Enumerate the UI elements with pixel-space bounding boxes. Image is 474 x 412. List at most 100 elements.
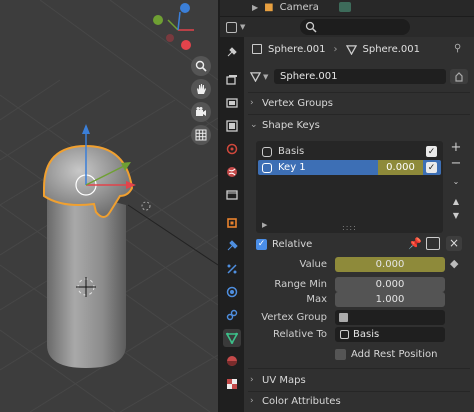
mesh-name-field[interactable]: Sphere.001 bbox=[274, 69, 446, 84]
value-slider[interactable]: 0.000 bbox=[335, 257, 445, 272]
max-field[interactable]: 1.000 bbox=[335, 292, 445, 307]
shape-key-icon bbox=[262, 146, 272, 157]
max-label: Max bbox=[306, 294, 327, 305]
range-min-label: Range Min bbox=[274, 279, 327, 290]
3d-viewport[interactable] bbox=[0, 0, 218, 412]
object-icon[interactable] bbox=[223, 214, 241, 232]
data-icon[interactable] bbox=[223, 329, 241, 347]
vertex-groups-panel[interactable]: › Vertex Groups bbox=[250, 94, 468, 112]
mesh-browse-button[interactable]: ▼ bbox=[250, 69, 276, 84]
relative-checkbox[interactable]: ✓ bbox=[256, 238, 267, 250]
add-shape-key-button[interactable]: + bbox=[448, 141, 464, 155]
shape-key-mute-checkbox[interactable]: ✓ bbox=[426, 146, 437, 157]
mesh-name-value: Sphere.001 bbox=[280, 71, 338, 82]
relative-label: Relative bbox=[272, 238, 313, 250]
shape-keys-panel[interactable]: ⌄ Shape Keys bbox=[250, 116, 468, 134]
physics-icon[interactable] bbox=[223, 283, 241, 301]
chevron-right-icon: › bbox=[250, 396, 254, 406]
relative-to-value: Basis bbox=[353, 329, 380, 340]
outliner-row-label: Camera bbox=[279, 1, 319, 13]
shape-key-icon bbox=[262, 162, 272, 173]
vertex-group-label: Vertex Group bbox=[261, 312, 327, 323]
camera-view-icon[interactable] bbox=[191, 102, 211, 122]
resize-handle-icon[interactable]: :::: bbox=[342, 223, 357, 232]
relative-to-field[interactable]: Basis bbox=[335, 327, 445, 342]
output-icon[interactable] bbox=[223, 94, 241, 112]
shape-key-icon bbox=[340, 330, 349, 339]
add-rest-position-toggle[interactable]: Add Rest Position bbox=[335, 347, 437, 361]
vertex-group-field[interactable] bbox=[335, 310, 445, 325]
relative-toggle[interactable]: ✓ Relative bbox=[256, 237, 312, 251]
view-layer-icon[interactable] bbox=[223, 117, 241, 135]
move-up-icon[interactable]: ▲ bbox=[448, 197, 464, 209]
mesh-data-icon bbox=[250, 72, 261, 82]
properties-tabs bbox=[220, 37, 244, 412]
world-icon[interactable] bbox=[223, 163, 241, 181]
shape-key-mute-checkbox[interactable]: ✓ bbox=[426, 162, 437, 173]
chevron-right-icon: › bbox=[250, 98, 254, 108]
breadcrumb: Sphere.001 › Sphere.001 bbox=[252, 41, 420, 57]
search-input[interactable] bbox=[300, 19, 410, 35]
scene-icon[interactable] bbox=[223, 140, 241, 158]
chevron-right-icon: › bbox=[250, 375, 254, 385]
keyframe-icon[interactable]: ◆ bbox=[450, 257, 458, 270]
vertex-group-icon bbox=[339, 313, 348, 322]
pin-icon[interactable]: ⚲ bbox=[454, 43, 461, 54]
properties-header: ▼ bbox=[220, 17, 474, 37]
camera-object-icon: ■ bbox=[264, 1, 274, 13]
add-rest-position-label: Add Rest Position bbox=[351, 348, 438, 360]
shape-key-list[interactable]: Basis ✓ Key 1 0.000 ✓ ▶ :::: bbox=[256, 141, 443, 233]
shape-key-value-field[interactable]: 0.000 bbox=[378, 160, 423, 175]
chevron-right-icon: › bbox=[333, 43, 338, 55]
value-label: Value bbox=[299, 259, 327, 270]
viewport-scene bbox=[0, 0, 218, 412]
constraints-icon[interactable] bbox=[223, 306, 241, 324]
chevron-right-icon[interactable]: ▶ bbox=[252, 3, 258, 12]
zoom-icon[interactable] bbox=[191, 56, 211, 76]
outliner: ▶ ■ Camera bbox=[220, 0, 474, 17]
chevron-right-icon[interactable]: ▶ bbox=[262, 221, 267, 229]
render-icon[interactable] bbox=[223, 71, 241, 89]
uv-maps-panel[interactable]: › UV Maps bbox=[250, 371, 468, 389]
list-item[interactable]: Key 1 0.000 ✓ bbox=[258, 160, 441, 175]
breadcrumb-mesh: Sphere.001 bbox=[362, 43, 421, 55]
relative-to-label: Relative To bbox=[272, 329, 327, 340]
panel-separator bbox=[248, 114, 470, 115]
add-rest-position-checkbox[interactable] bbox=[335, 348, 346, 360]
chevron-down-icon[interactable]: ⌄ bbox=[448, 177, 464, 191]
pin-shape-key-icon[interactable]: 📌 bbox=[408, 237, 422, 250]
fake-user-icon[interactable] bbox=[450, 69, 468, 84]
uv-maps-title: UV Maps bbox=[262, 374, 306, 386]
shape-key-name: Key 1 bbox=[278, 162, 306, 173]
clear-shape-key-button[interactable]: × bbox=[446, 236, 462, 251]
hand-pan-icon[interactable] bbox=[191, 79, 211, 99]
outliner-row-camera[interactable]: ▶ ■ Camera bbox=[252, 0, 351, 14]
properties-content: Sphere.001 › Sphere.001 ⚲ ▼ Sphere.001 ›… bbox=[244, 37, 474, 412]
remove-shape-key-button[interactable]: − bbox=[448, 157, 464, 171]
object-icon bbox=[252, 44, 262, 54]
chevron-down-icon: ⌄ bbox=[250, 120, 258, 130]
texture-icon[interactable] bbox=[223, 375, 241, 393]
tool-icon[interactable] bbox=[223, 43, 241, 61]
grid-icon[interactable] bbox=[191, 125, 211, 145]
edit-mode-icon[interactable] bbox=[426, 237, 440, 250]
editor-type-icon[interactable]: ▼ bbox=[226, 20, 252, 34]
breadcrumb-object: Sphere.001 bbox=[268, 43, 326, 55]
particles-icon[interactable] bbox=[223, 260, 241, 278]
shape-keys-title: Shape Keys bbox=[262, 119, 320, 131]
modifier-icon[interactable] bbox=[223, 237, 241, 255]
material-icon[interactable] bbox=[223, 352, 241, 370]
color-attributes-title: Color Attributes bbox=[262, 395, 341, 407]
search-icon bbox=[305, 21, 317, 33]
range-min-field[interactable]: 0.000 bbox=[335, 277, 445, 292]
vertex-groups-title: Vertex Groups bbox=[262, 97, 333, 109]
move-down-icon[interactable]: ▼ bbox=[448, 211, 464, 223]
list-item[interactable]: Basis ✓ bbox=[258, 144, 441, 159]
collection-icon[interactable] bbox=[223, 186, 241, 204]
color-attributes-panel[interactable]: › Color Attributes bbox=[250, 392, 468, 410]
camera-data-icon bbox=[338, 2, 351, 12]
mesh-data-icon bbox=[345, 44, 357, 55]
panel-separator bbox=[248, 92, 470, 93]
shape-key-name: Basis bbox=[278, 146, 305, 157]
panel-separator bbox=[248, 368, 470, 369]
